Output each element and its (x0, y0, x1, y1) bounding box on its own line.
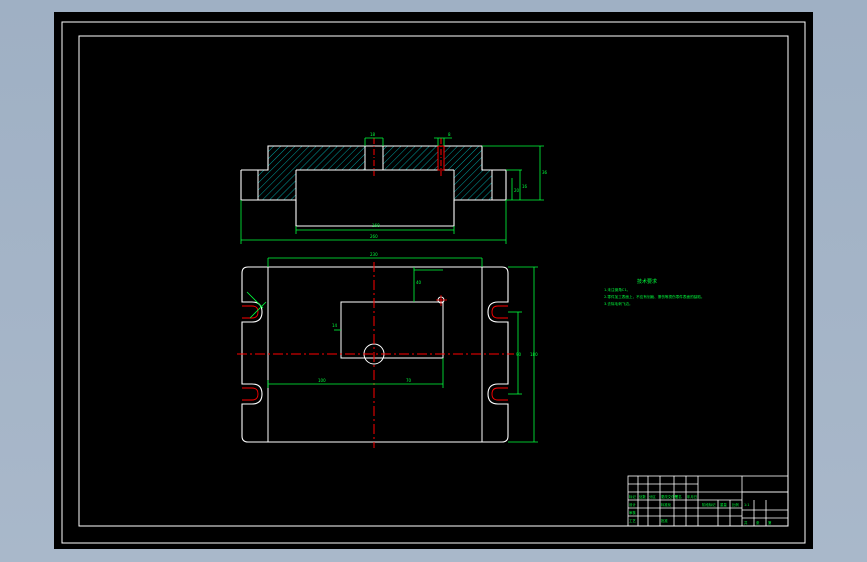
title-block-text: 标记 处数 分区 更改文件号 签名 年月日 设计 标准化 审核 工艺 批准 阶段… (629, 494, 772, 525)
svg-text:第: 第 (768, 520, 772, 525)
note-1: 1.未注倒角C1。 (604, 288, 631, 292)
dim-left-offset: 100 (318, 378, 326, 383)
svg-text:工艺: 工艺 (629, 518, 636, 523)
dim-offset-top: 40 (416, 280, 422, 285)
dim-top-width-right: 8 (448, 132, 451, 137)
svg-text:分区: 分区 (649, 494, 656, 499)
slot-right-bottom (491, 387, 508, 401)
svg-text:审核: 审核 (629, 510, 636, 515)
svg-text:标记: 标记 (629, 494, 636, 499)
dim-plan-height: 180 (530, 352, 538, 357)
dim-top-width-small: 18 (370, 132, 376, 137)
svg-text:阶段标记: 阶段标记 (702, 502, 716, 507)
dim-height-step: 16 (522, 184, 528, 189)
dim-inner-width: 160 (372, 223, 380, 228)
svg-text:年月日: 年月日 (687, 494, 697, 499)
dim-height-total: 36 (542, 170, 548, 175)
svg-text:比例: 比例 (732, 502, 739, 507)
section-view: 18 8 36 16 20 160 260 (240, 132, 548, 244)
dim-plan-half-height: 90 (516, 352, 522, 357)
dim-plan-width: 230 (370, 252, 378, 257)
dim-overall-width: 260 (370, 234, 378, 239)
title-block (627, 475, 789, 527)
notes-title: 技术要求 (637, 279, 658, 285)
dim-height-inner: 20 (514, 188, 520, 193)
plan-view: 230 180 90 40 14 100 70 (237, 252, 538, 448)
svg-text:1:1: 1:1 (744, 503, 749, 507)
svg-text:张: 张 (756, 520, 760, 525)
dim-offset-side: 14 (332, 323, 338, 328)
dim-right-offset: 70 (406, 378, 412, 383)
plan-dim-text: 230 180 90 40 14 100 70 (318, 252, 538, 383)
svg-text:标准化: 标准化 (661, 502, 672, 507)
plan-pocket (340, 301, 444, 359)
svg-text:设计: 设计 (629, 502, 636, 507)
slot-right-top (491, 305, 508, 319)
note-3: 3.去除毛刺飞边。 (604, 302, 633, 306)
note-2: 2.零件加工表面上，不应有划痕、擦伤等损伤零件表面的缺陷。 (604, 295, 705, 299)
plan-dimensions (246, 257, 538, 443)
svg-text:签名: 签名 (675, 494, 682, 499)
drawing-canvas: 18 8 36 16 20 160 260 230 180 90 40 14 1… (54, 12, 813, 549)
svg-text:处数: 处数 (639, 494, 646, 499)
svg-text:批准: 批准 (661, 518, 668, 523)
inner-frame (78, 35, 789, 527)
svg-text:共: 共 (744, 520, 748, 525)
slot-left-bottom (242, 387, 259, 401)
outer-frame (61, 21, 806, 544)
cad-drawing: 18 8 36 16 20 160 260 230 180 90 40 14 1… (61, 21, 806, 544)
svg-text:重量: 重量 (720, 502, 727, 507)
